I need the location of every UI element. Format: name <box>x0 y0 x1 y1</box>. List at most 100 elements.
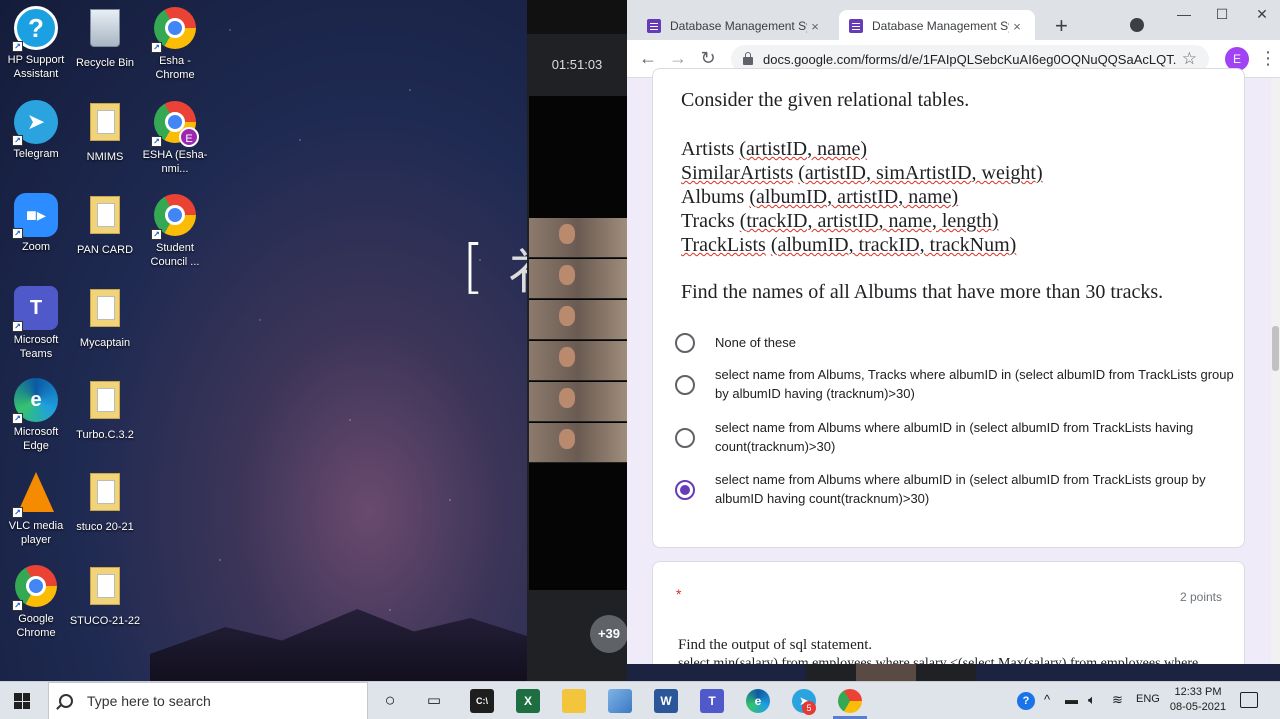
folder-icon <box>90 381 120 419</box>
google-forms-icon <box>647 19 661 33</box>
telegram-unread-badge: 5 <box>802 701 816 715</box>
desktop-icon-pan-card[interactable]: PAN CARD <box>69 193 141 257</box>
desktop-icon-label: PAN CARD <box>76 244 134 256</box>
answer-option[interactable]: select name from Albums where albumID in… <box>675 418 1235 456</box>
schema-line: TrackLists (albumID, trackID, trackNum) <box>681 234 1017 256</box>
notification-center-icon[interactable] <box>1240 692 1258 708</box>
desktop-icon-label: Telegram <box>13 148 59 160</box>
tab-close-icon[interactable]: × <box>1009 19 1025 34</box>
desktop-icon-recycle-bin[interactable]: Recycle Bin <box>69 6 141 70</box>
media-control-icon[interactable] <box>1130 18 1144 32</box>
option-label: select name from Albums where albumID in… <box>715 472 1206 506</box>
scrollbar-thumb[interactable] <box>1272 326 1279 371</box>
close-window-button[interactable]: ✕ <box>1252 6 1272 23</box>
url-text[interactable]: docs.google.com/forms/d/e/1FAIpQLSebcKuA… <box>763 52 1176 67</box>
desktop-icon-hp-support[interactable]: ? ↗ HP Support Assistant <box>0 6 72 81</box>
back-button[interactable]: ← <box>637 48 659 69</box>
radio-button[interactable] <box>675 428 695 448</box>
answer-option[interactable]: select name from Albums where albumID in… <box>675 470 1235 508</box>
wallpaper-glyph: 衤 <box>508 232 527 302</box>
participant-tile[interactable] <box>529 382 627 422</box>
terminal-icon[interactable]: C:\ <box>470 689 494 713</box>
profile-avatar-icon: E <box>179 127 199 147</box>
desktop-icon-zoom[interactable]: ■▸ ↗ Zoom <box>0 193 72 254</box>
chrome-window: Database Management Syste × Database Man… <box>627 0 1280 664</box>
task-view-icon[interactable]: ▭ <box>422 689 446 713</box>
bookmark-star-icon[interactable]: ☆ <box>1182 49 1197 69</box>
file-explorer-icon[interactable] <box>562 689 586 713</box>
excel-icon[interactable]: X <box>516 689 540 713</box>
maximize-button[interactable]: ☐ <box>1212 6 1232 23</box>
desktop-icon-turbo-c[interactable]: Turbo.C.3.2 <box>69 378 141 442</box>
language-indicator[interactable]: ENG <box>1136 693 1160 705</box>
participant-tile[interactable] <box>529 218 627 258</box>
desktop-icon-edge[interactable]: e ↗ Microsoft Edge <box>0 378 72 453</box>
clock-date: 08-05-2021 <box>1169 701 1227 713</box>
desktop-icon-vlc[interactable]: ↗ VLC media player <box>0 470 72 547</box>
desktop-icon-label: HP Support Assistant <box>7 54 65 80</box>
folder-icon <box>90 473 120 511</box>
teams-taskbar-icon[interactable]: T <box>700 689 724 713</box>
reload-button[interactable]: ↻ <box>697 48 719 69</box>
desktop-icon-mycaptain[interactable]: Mycaptain <box>69 286 141 350</box>
meeting-preview-thumbnail[interactable] <box>806 664 976 681</box>
participant-tile[interactable] <box>529 259 627 299</box>
desktop-icon-label: Microsoft Teams <box>13 334 59 360</box>
question-points: 2 points <box>1179 590 1222 604</box>
google-forms-icon <box>849 19 863 33</box>
taskbar-search-box[interactable]: Type here to search <box>48 682 368 719</box>
question-prompt: Find the names of all Albums that have m… <box>681 281 1164 303</box>
edge-taskbar-icon[interactable]: e <box>746 689 770 713</box>
question-card: * 2 points Find the output of sql statem… <box>652 561 1245 664</box>
desktop-icon-google-chrome[interactable]: ↗ Google Chrome <box>0 564 72 640</box>
desktop-icon-student-council[interactable]: ↗ Student Council ... <box>139 193 211 269</box>
desktop-icon-esha-chrome[interactable]: ↗ Esha - Chrome <box>139 6 211 82</box>
more-participants-badge[interactable]: +39 <box>590 615 628 653</box>
volume-icon[interactable]: 🔈︎ <box>1088 692 1096 708</box>
word-icon[interactable]: W <box>654 689 678 713</box>
page-scrollbar[interactable] <box>1271 78 1280 664</box>
radio-button[interactable] <box>675 333 695 353</box>
desktop-icon-stuco-20-21[interactable]: stuco 20-21 <box>69 470 141 534</box>
participant-tile[interactable] <box>529 423 627 463</box>
desktop-icon-stuco-21-22[interactable]: STUCO-21-22 <box>69 564 141 628</box>
question-title: Find the output of sql statement. <box>678 637 873 653</box>
radio-button-selected[interactable] <box>675 480 695 500</box>
photos-icon[interactable] <box>608 689 632 713</box>
cortana-icon[interactable]: ○ <box>378 689 402 713</box>
wifi-icon[interactable]: ≋ <box>1112 692 1123 708</box>
meeting-top-bar <box>527 0 627 34</box>
desktop-icon-nmims[interactable]: NMIMS <box>69 100 141 164</box>
menu-icon[interactable]: ⋮ <box>1259 48 1277 69</box>
tab-title: Database Management Syste <box>872 19 1009 33</box>
tab-form-1[interactable]: Database Management Syste × <box>637 10 833 42</box>
minimize-button[interactable]: — <box>1174 6 1194 22</box>
folder-icon <box>90 567 120 605</box>
show-hidden-icons-chevron[interactable]: ^ <box>1044 692 1050 707</box>
windows-start-icon[interactable] <box>14 693 30 709</box>
participant-tile[interactable] <box>529 300 627 340</box>
battery-icon[interactable]: ▬ <box>1065 692 1078 707</box>
radio-button[interactable] <box>675 375 695 395</box>
new-tab-button[interactable]: + <box>1055 13 1068 39</box>
search-icon <box>59 694 73 708</box>
tab-close-icon[interactable]: × <box>807 19 823 34</box>
question-intro: Consider the given relational tables. <box>681 89 970 111</box>
participant-tile[interactable] <box>529 341 627 381</box>
system-clock[interactable]: 12:33 PM 08-05-2021 <box>1165 685 1231 715</box>
option-label: None of these <box>715 335 796 350</box>
desktop-icon-telegram[interactable]: ➤ ↗ Telegram <box>0 100 72 161</box>
desktop-icon-label: Microsoft Edge <box>13 426 59 452</box>
schema-line: Artists (artistID, name) <box>681 138 868 160</box>
help-tray-icon[interactable]: ? <box>1017 692 1035 710</box>
required-asterisk: * <box>676 586 682 602</box>
tab-form-2[interactable]: Database Management Syste × <box>839 10 1035 42</box>
answer-option[interactable]: select name from Albums, Tracks where al… <box>675 365 1235 403</box>
desktop-icon-teams[interactable]: T ↗ Microsoft Teams <box>0 286 72 361</box>
desktop-icon-label: Turbo.C.3.2 <box>76 429 134 441</box>
chrome-taskbar-icon[interactable] <box>838 689 862 713</box>
forward-button[interactable]: → <box>667 48 689 69</box>
answer-option[interactable]: None of these <box>675 332 1235 353</box>
desktop-icon-esha-profile[interactable]: E ↗ ESHA (Esha-nmi... <box>139 100 211 176</box>
desktop-icon-label: Mycaptain <box>79 337 131 349</box>
